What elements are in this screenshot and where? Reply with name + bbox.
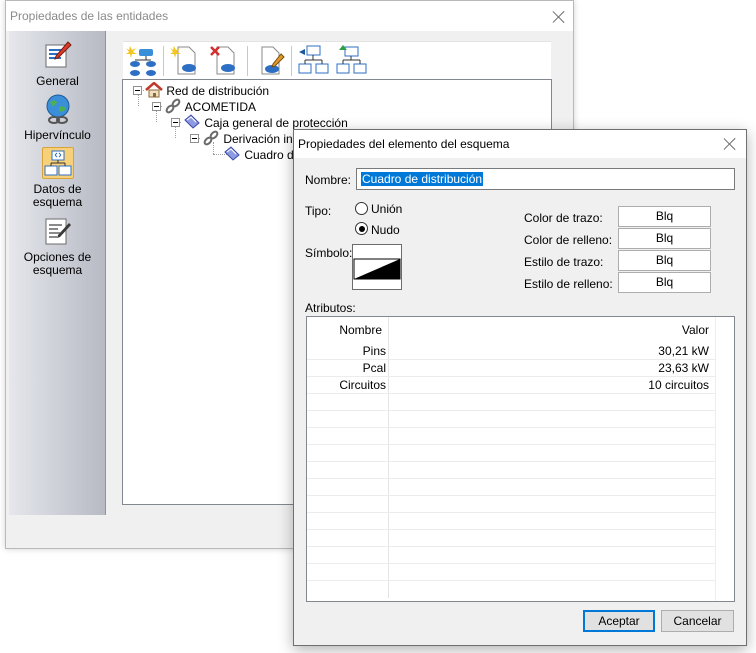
accept-button[interactable]: Aceptar	[583, 610, 655, 632]
node-diamond-icon	[224, 146, 240, 161]
link-icon	[203, 130, 219, 146]
table-row-empty	[307, 394, 716, 411]
table-row-empty	[307, 513, 716, 530]
edit-page-icon	[42, 39, 74, 71]
table-row-empty	[307, 530, 716, 547]
estilo-trazo-button[interactable]: Blq	[618, 250, 711, 271]
delete-node-icon[interactable]	[208, 44, 242, 78]
grid-cell-name: Pins	[307, 343, 389, 359]
edit-node-icon[interactable]	[253, 44, 287, 78]
estilo-relleno-label: Estilo de relleno:	[524, 277, 613, 291]
new-branch-icon[interactable]	[125, 44, 159, 78]
table-row[interactable]: Circuitos 10 circuitos	[307, 377, 716, 394]
close-icon[interactable]	[723, 137, 737, 151]
table-row-empty	[307, 428, 716, 445]
tree-node-label: Caja general de protección	[204, 116, 348, 130]
grid-cell-value: 30,21 kW	[658, 344, 709, 358]
estilo-relleno-button[interactable]: Blq	[618, 272, 711, 293]
simbolo-label: Símbolo:	[305, 246, 353, 260]
move-up-icon[interactable]	[335, 44, 369, 78]
table-row[interactable]: Pcal 23,63 kW	[307, 360, 716, 377]
nombre-value: Cuadro de distribución	[361, 172, 484, 186]
options-page-icon	[42, 215, 74, 247]
back-window-titlebar: Propiedades de las entidades	[6, 1, 573, 31]
tree-node-cuadro[interactable]: Cuadro de	[223, 146, 300, 162]
house-icon	[145, 81, 163, 98]
table-row-empty	[307, 564, 716, 581]
nombre-label: Nombre:	[305, 173, 352, 187]
new-node-icon[interactable]	[169, 44, 203, 78]
grid-cell-value: 10 circuitos	[648, 378, 709, 392]
table-row-empty	[307, 496, 716, 513]
sidebar: General Hipervínculo Datos de esquema Op…	[9, 31, 106, 515]
tree-toolbar	[123, 41, 551, 79]
tree-collapse-toggle[interactable]	[152, 102, 161, 111]
toolbar-separator	[163, 46, 164, 76]
sidebar-item-label: esquema	[32, 195, 83, 209]
table-row-empty	[307, 547, 716, 564]
tipo-union-radio[interactable]	[355, 202, 368, 215]
grid-header-valor[interactable]: Valor	[389, 317, 716, 343]
table-row[interactable]: Pins 30,21 kW	[307, 343, 716, 360]
attributes-grid[interactable]: Nombre Valor Pins 30,21 kW Pcal 23,63 kW…	[306, 316, 735, 602]
tree-collapse-toggle[interactable]	[171, 118, 180, 127]
color-relleno-button[interactable]: Blq	[618, 228, 711, 249]
tree-node-label: Cuadro de	[244, 148, 301, 162]
grid-cell-name: Circuitos	[307, 377, 389, 393]
table-row-empty	[307, 411, 716, 428]
grid-cell-value: 23,63 kW	[658, 361, 709, 375]
estilo-trazo-label: Estilo de trazo:	[524, 255, 604, 269]
tree-node-caja[interactable]: Caja general de protección	[183, 114, 348, 130]
sidebar-item-label: esquema	[32, 263, 83, 277]
close-icon[interactable]	[552, 10, 566, 24]
sidebar-item-datos-esquema[interactable]: Datos de esquema	[9, 147, 106, 209]
move-left-icon[interactable]	[297, 44, 331, 78]
link-icon	[165, 98, 181, 114]
symbol-preview[interactable]	[352, 244, 402, 290]
atributos-label: Atributos:	[305, 301, 356, 315]
color-relleno-label: Color de relleno:	[524, 233, 613, 247]
tipo-nudo-label: Nudo	[371, 223, 400, 237]
sidebar-item-opciones-esquema[interactable]: Opciones de esquema	[9, 215, 106, 277]
sidebar-item-label: Hipervínculo	[24, 128, 91, 142]
tipo-label: Tipo:	[305, 204, 332, 218]
tree-node-red[interactable]: Red de distribución	[145, 81, 270, 98]
sidebar-item-general[interactable]: General	[9, 39, 106, 88]
sidebar-item-hipervinculo[interactable]: Hipervínculo	[9, 93, 106, 142]
grid-cell-name: Pcal	[307, 360, 389, 376]
color-trazo-button[interactable]: Blq	[618, 206, 711, 227]
symbol-shape-icon	[353, 258, 401, 280]
nombre-input[interactable]: Cuadro de distribución	[356, 168, 735, 190]
tree-collapse-toggle[interactable]	[133, 86, 142, 95]
table-row-empty	[307, 581, 716, 598]
table-row-empty	[307, 462, 716, 479]
toolbar-separator	[247, 46, 248, 76]
tree-node-label: ACOMETIDA	[184, 100, 257, 114]
toolbar-separator	[291, 46, 292, 76]
sidebar-item-label: General	[36, 74, 79, 88]
color-trazo-label: Color de trazo:	[524, 211, 603, 225]
tree-node-label: Red de distribución	[166, 84, 270, 98]
schema-data-icon	[41, 147, 74, 179]
node-diamond-icon	[184, 114, 200, 129]
tree-node-acometida[interactable]: ACOMETIDA	[164, 98, 256, 114]
back-window-title: Propiedades de las entidades	[10, 9, 169, 23]
cancel-button[interactable]: Cancelar	[661, 610, 734, 632]
dialog-title: Propiedades del elemento del esquema	[298, 137, 510, 151]
globe-link-icon	[42, 93, 74, 125]
tipo-nudo-radio[interactable]	[355, 222, 368, 235]
tree-collapse-toggle[interactable]	[190, 134, 199, 143]
table-row-empty	[307, 445, 716, 462]
dialog-titlebar: Propiedades del elemento del esquema	[294, 130, 746, 158]
grid-header-nombre[interactable]: Nombre	[307, 317, 389, 343]
tipo-union-label: Unión	[371, 202, 403, 216]
element-properties-dialog: Propiedades del elemento del esquema Nom…	[293, 129, 747, 646]
grid-header: Nombre Valor	[307, 317, 716, 343]
table-row-empty	[307, 479, 716, 496]
